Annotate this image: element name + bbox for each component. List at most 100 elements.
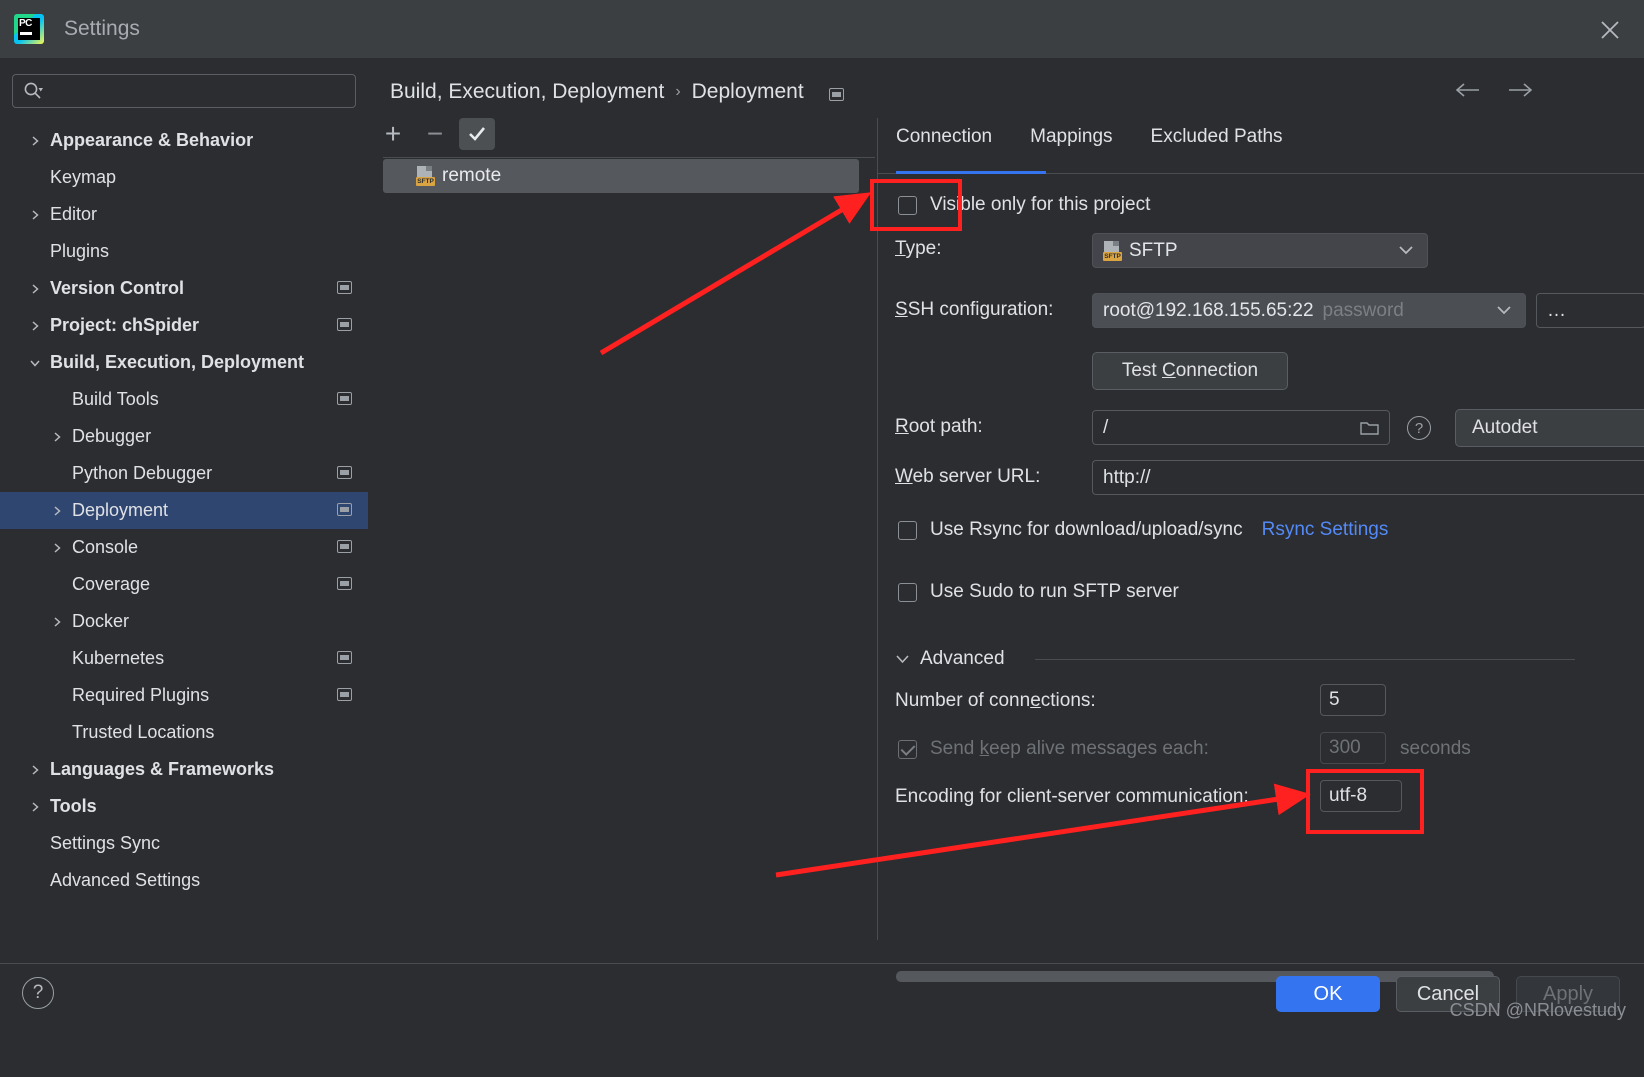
server-list-item[interactable]: SFTP remote [383,159,859,193]
modified-indicator-icon [337,318,352,331]
sudo-checkbox[interactable] [898,582,917,602]
sidebar-item-docker[interactable]: Docker [0,603,368,640]
sidebar-item-python-debugger[interactable]: Python Debugger [0,455,368,492]
sidebar-item-debugger[interactable]: Debugger [0,418,368,455]
encoding-field[interactable]: utf-8 [1320,780,1402,812]
forward-arrow-icon[interactable] [1506,80,1534,105]
search-box[interactable] [12,74,356,108]
folder-icon[interactable] [1360,420,1379,436]
chevron-right-icon[interactable] [50,541,64,555]
sidebar-item-label: Debugger [72,426,152,446]
modified-indicator-icon [337,281,352,294]
encoding-value: utf-8 [1329,785,1368,806]
close-button[interactable] [1594,14,1626,46]
type-combobox[interactable]: SFTP SFTP [1092,233,1428,268]
title-bar: PC Settings [0,0,1644,59]
remove-server-button[interactable]: − [417,118,453,150]
ssh-config-value: root@192.168.155.65:22 [1103,299,1314,321]
sidebar-item-required-plugins[interactable]: Required Plugins [0,677,368,714]
sidebar-item-console[interactable]: Console [0,529,368,566]
sidebar-item-label: Appearance & Behavior [50,130,254,150]
breadcrumb-root[interactable]: Build, Execution, Deployment [390,80,664,104]
sudo-row[interactable]: Use Sudo to run SFTP server [898,581,1179,603]
add-server-button[interactable]: + [375,118,411,150]
sidebar-item-version-control[interactable]: Version Control [0,270,368,307]
sidebar-item-keymap[interactable]: Keymap [0,159,368,196]
sidebar-item-editor[interactable]: Editor [0,196,368,233]
sidebar-item-build-tools[interactable]: Build Tools [0,381,368,418]
sidebar-item-advanced-settings[interactable]: Advanced Settings [0,862,368,899]
set-default-button[interactable] [459,118,495,150]
ssh-config-combobox[interactable]: root@192.168.155.65:22 password [1092,293,1526,328]
visible-only-checkbox[interactable] [898,195,917,215]
sidebar-item-settings-sync[interactable]: Settings Sync [0,825,368,862]
advanced-label: Advanced [920,648,1005,669]
visible-only-label: Visible only for this project [930,194,1151,215]
sidebar-item-label: Version Control [50,278,185,298]
web-url-field[interactable]: http:// [1092,460,1644,495]
sidebar-item-appearance-behavior[interactable]: Appearance & Behavior [0,122,368,159]
pycharm-logo-icon: PC [14,14,44,44]
sidebar-item-label: Kubernetes [72,648,165,668]
rsync-row[interactable]: Use Rsync for download/upload/sync Rsync… [898,519,1388,541]
server-name: remote [442,165,502,186]
type-value: SFTP [1129,239,1178,261]
back-arrow-icon[interactable] [1454,80,1482,105]
root-path-label: Root path: [895,416,983,437]
footer-divider [0,963,1644,964]
keepalive-unit-row: seconds [1400,738,1471,760]
breadcrumb-leaf: Deployment [691,80,804,103]
ssh-config-ellipsis-button[interactable]: … [1536,293,1644,328]
chevron-right-icon[interactable] [50,615,64,629]
keepalive-label: Send keep alive messages each: [930,738,1209,759]
tab-excluded-paths[interactable]: Excluded Paths [1151,126,1283,154]
sidebar-item-tools[interactable]: Tools [0,788,368,825]
root-path-value: / [1103,416,1109,438]
sidebar-item-languages-frameworks[interactable]: Languages & Frameworks [0,751,368,788]
sidebar-item-plugins[interactable]: Plugins [0,233,368,270]
advanced-section-header[interactable]: Advanced [895,648,1005,670]
chevron-right-icon[interactable] [50,504,64,518]
connections-field[interactable]: 5 [1320,684,1386,716]
tab-mappings[interactable]: Mappings [1030,126,1112,154]
chevron-right-icon[interactable] [28,800,42,814]
ok-button[interactable]: OK [1276,976,1380,1012]
chevron-down-icon [1495,300,1513,322]
rsync-checkbox[interactable] [898,520,917,540]
autodetect-button[interactable]: Autodet [1455,409,1644,447]
modified-indicator-icon [337,651,352,664]
arrow-to-visible-only [599,192,872,356]
search-input[interactable] [49,82,355,100]
root-path-field[interactable]: / [1092,410,1390,445]
sidebar-item-build-execution-deployment[interactable]: Build, Execution, Deployment [0,344,368,381]
rsync-label: Use Rsync for download/upload/sync [930,519,1243,540]
help-button[interactable]: ? [22,977,54,1009]
chevron-down-icon [1397,240,1415,262]
keepalive-field: 300 [1320,732,1386,764]
tab-connection[interactable]: Connection [896,126,992,154]
chevron-right-icon[interactable] [28,282,42,296]
chevron-right-icon[interactable] [28,208,42,222]
chevron-right-icon[interactable] [28,763,42,777]
close-icon [1601,21,1619,39]
sidebar-item-label: Build Tools [72,389,159,409]
chevron-right-icon[interactable] [28,134,42,148]
plus-icon: + [384,118,402,149]
web-url-value: http:// [1103,466,1151,488]
chevron-right-icon[interactable] [50,430,64,444]
sidebar-item-trusted-locations[interactable]: Trusted Locations [0,714,368,751]
sidebar-item-project-chspider[interactable]: Project: chSpider [0,307,368,344]
visible-only-row[interactable]: Visible only for this project [898,194,1150,216]
ssh-config-label-row: SSH configuration: [895,299,1053,321]
sidebar-item-label: Coverage [72,574,151,594]
rsync-settings-link[interactable]: Rsync Settings [1262,519,1389,541]
sidebar-item-kubernetes[interactable]: Kubernetes [0,640,368,677]
chevron-right-icon[interactable] [28,319,42,333]
sidebar-item-deployment[interactable]: Deployment [0,492,368,529]
sidebar-item-coverage[interactable]: Coverage [0,566,368,603]
modified-indicator-icon [828,87,844,101]
chevron-down-icon[interactable] [28,356,42,370]
test-connection-button[interactable]: Test Connection [1092,352,1288,390]
sidebar-item-label: Required Plugins [72,685,210,705]
root-path-help-icon[interactable]: ? [1407,416,1431,440]
